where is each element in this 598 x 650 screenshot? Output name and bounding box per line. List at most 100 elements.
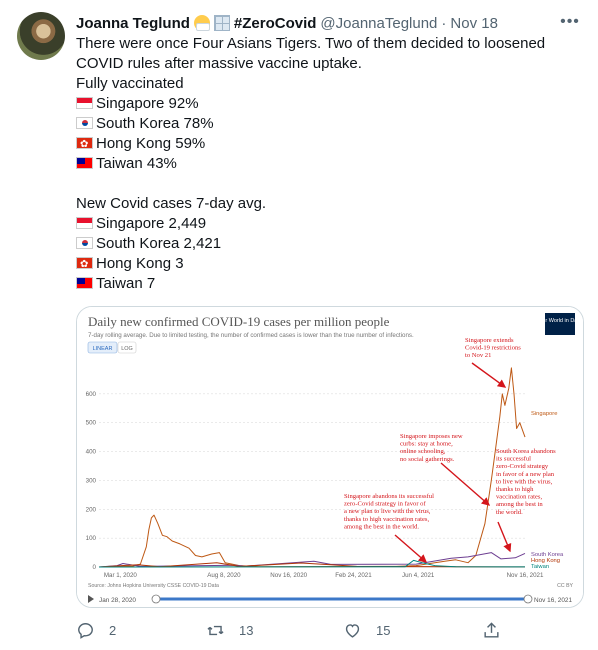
tweet-text-content: Singapore 92%: [96, 95, 199, 112]
author-handle[interactable]: @JoannaTeglund: [320, 15, 437, 32]
annotation-line: vaccination rates,: [496, 494, 542, 501]
slider-handle-start[interactable]: [151, 594, 161, 604]
annotation-line: zero-Covid strategy in favor of: [344, 501, 426, 508]
author-name-hashtag[interactable]: #ZeroCovid: [234, 15, 317, 32]
tweet-text-line: COVID rules after massive vaccine uptake…: [76, 54, 576, 74]
author-name[interactable]: Joanna Teglund: [76, 15, 190, 32]
linear-toggle-label: LINEAR: [93, 346, 113, 352]
tweet-text-content: Taiwan 43%: [96, 155, 177, 172]
tweet-text: There were once Four Asians Tigers. Two …: [76, 34, 576, 294]
like-count: 15: [376, 622, 391, 638]
share-button[interactable]: [482, 618, 501, 642]
reply-icon: [78, 622, 93, 639]
tweet-text-content: South Korea 2,421: [96, 235, 222, 252]
tweet-text-line: [76, 174, 576, 194]
tweet-text-line: Singapore 2,449: [76, 214, 576, 234]
x-tick-label: Nov 16, 2021: [507, 572, 544, 579]
tweet-actions: 2 13 15: [76, 618, 516, 642]
annotation-line: Singapore abandons its successful: [344, 493, 434, 500]
series-end-label: Taiwan: [531, 564, 549, 570]
annotation-line: among the best in the world.: [344, 523, 419, 530]
y-tick-label: 100: [86, 535, 97, 542]
slider-start-label: Jan 28, 2020: [99, 597, 136, 604]
annotation-line: to Nov 21: [465, 352, 491, 359]
tweet-text-line: Hong Kong 59%: [76, 134, 576, 155]
annotation-line: among the best in: [496, 501, 543, 508]
x-tick-label: Aug 8, 2020: [207, 572, 241, 579]
annotation-line: zero-Covid strategy: [496, 463, 549, 470]
avatar[interactable]: [17, 12, 65, 60]
tweet-text-line: Fully vaccinated: [76, 74, 576, 94]
annotation-line: thanks to high: [496, 486, 534, 493]
tweet-text-line: There were once Four Asians Tigers. Two …: [76, 34, 576, 54]
flag-hk-icon: [76, 255, 93, 275]
tweet-text-line: Singapore 92%: [76, 94, 576, 114]
tweet-text-line: New Covid cases 7-day avg.: [76, 194, 576, 214]
tweet-text-content: Singapore 2,449: [96, 215, 207, 232]
x-tick-label: Nov 16, 2020: [270, 572, 307, 579]
flag-sg-icon: [76, 217, 93, 229]
slider-range: [156, 597, 528, 601]
separator-dot: ·: [441, 14, 447, 32]
y-tick-label: 300: [86, 477, 97, 484]
covid-chart: Daily new confirmed COVID-19 cases per m…: [77, 307, 583, 607]
annotation-line: Singapore extends: [465, 337, 514, 344]
tweet-text-content: Hong Kong 3: [96, 255, 184, 272]
tweet-text-line: Taiwan 7: [76, 274, 576, 294]
chart-subtitle: 7-day rolling average. Due to limited te…: [88, 332, 414, 339]
annotation-line: thanks to high vaccination rates,: [344, 516, 429, 523]
annotation-line: curbs: stay at home,: [400, 441, 453, 448]
more-options-button[interactable]: •••: [560, 12, 580, 32]
flag-tw-icon: [76, 157, 93, 169]
chart-title: Daily new confirmed COVID-19 cases per m…: [88, 314, 390, 329]
flag-tw-icon: [76, 277, 93, 289]
annotation-line: in favor of a new plan: [496, 471, 555, 478]
flag-sg-icon: [76, 97, 93, 109]
flag-kr-icon: [76, 117, 93, 129]
annotation-line: a new plan to live with the virus,: [344, 508, 431, 515]
tweet-header: Joanna Teglund #ZeroCovid @JoannaTeglund…: [76, 12, 498, 34]
annotation-line: South Korea abandons: [496, 448, 556, 455]
series-end-label: Singapore: [531, 411, 557, 417]
grid-emoji-icon: [213, 15, 230, 31]
tweet-media-chart[interactable]: Daily new confirmed COVID-19 cases per m…: [76, 306, 584, 608]
owid-logo-text: Our World in Data: [538, 318, 583, 324]
retweet-count: 13: [239, 622, 254, 638]
annotation-line: the world.: [496, 509, 523, 516]
reply-count: 2: [109, 622, 117, 638]
tweet-text-content: There were once Four Asians Tigers. Two …: [76, 35, 546, 52]
y-tick-label: 600: [86, 391, 97, 398]
chart-license: CC BY: [557, 583, 573, 589]
owid-logo-box: [545, 313, 575, 335]
tweet-date[interactable]: Nov 18: [450, 15, 498, 32]
x-tick-label: Feb 24, 2021: [335, 572, 372, 579]
annotation-line: to live with the virus,: [496, 478, 553, 485]
more-icon: •••: [560, 13, 580, 30]
tweet-text-line: South Korea 2,421: [76, 234, 576, 254]
mask-face-emoji-icon: [193, 15, 210, 31]
tweet-text-line: South Korea 78%: [76, 114, 576, 134]
slider-end-label: Nov 16, 2021: [534, 597, 572, 604]
tweet-text-content: New Covid cases 7-day avg.: [76, 195, 267, 212]
retweet-button[interactable]: 13: [206, 618, 253, 642]
tweet-text-content: Fully vaccinated: [76, 75, 184, 92]
y-tick-label: 200: [86, 506, 97, 513]
chart-source: Source: Johns Hopkins University CSSE CO…: [88, 583, 219, 589]
retweet-icon: [207, 625, 224, 635]
heart-icon: [345, 623, 360, 638]
slider-handle-end[interactable]: [523, 594, 533, 604]
log-toggle-label: LOG: [121, 346, 133, 352]
x-tick-label: Mar 1, 2020: [104, 572, 138, 579]
tweet-card[interactable]: Joanna Teglund #ZeroCovid @JoannaTeglund…: [0, 0, 598, 650]
reply-button[interactable]: 2: [76, 618, 116, 642]
tweet-text-line: Hong Kong 3: [76, 254, 576, 275]
tweet-text-content: Taiwan 7: [96, 275, 156, 292]
tweet-text-line: Taiwan 43%: [76, 154, 576, 174]
flag-kr-icon: [76, 237, 93, 249]
like-button[interactable]: 15: [343, 618, 390, 642]
annotation-line: Covid-19 restrictions: [465, 345, 521, 352]
tweet-text-content: South Korea 78%: [96, 115, 214, 132]
y-tick-label: 400: [86, 449, 97, 456]
y-tick-label: 0: [93, 564, 97, 571]
share-icon: [484, 621, 499, 638]
